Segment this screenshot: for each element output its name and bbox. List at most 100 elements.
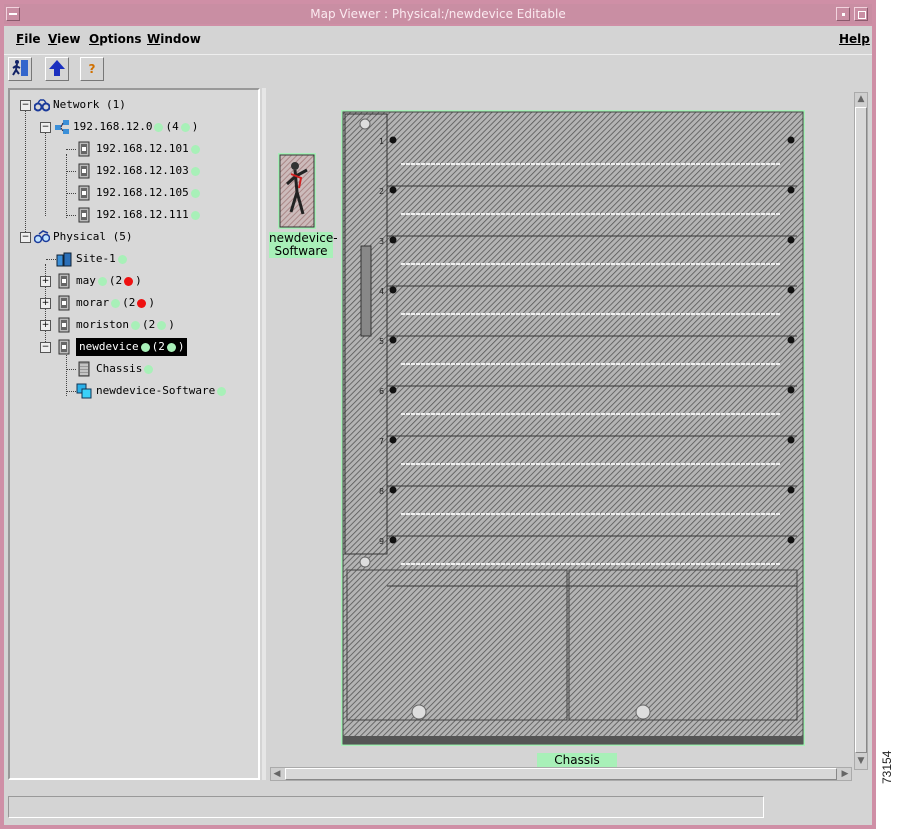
device-label: moriston	[76, 318, 129, 331]
chassis-map-object[interactable]: 1 2 3 4 5 6 7 8 9	[341, 110, 805, 746]
title-bar[interactable]: Map Viewer : Physical:/newdevice Editabl…	[4, 4, 872, 24]
pane-splitter[interactable]	[262, 88, 266, 780]
tree-pane[interactable]: − Network (1) − 192.168.12.0 (4) 192.168…	[8, 88, 260, 780]
slot-screw-icon	[389, 536, 397, 544]
network-count: (1)	[105, 98, 126, 111]
vertical-scrollbar[interactable]: ▲ ▼	[854, 92, 868, 770]
menu-view[interactable]: View	[48, 32, 80, 46]
slot-screw-icon	[787, 136, 795, 144]
slot-number: 1	[379, 137, 384, 146]
status-ok-icon	[157, 320, 167, 330]
status-ok-icon	[190, 210, 200, 220]
status-ok-icon	[117, 254, 127, 264]
host-label: 192.168.12.105	[96, 186, 189, 199]
slot-screw-icon	[389, 236, 397, 244]
menu-bar: File View Options Window Help	[4, 26, 872, 55]
expand-icon[interactable]: +	[40, 298, 51, 309]
expand-icon[interactable]: +	[40, 276, 51, 287]
host-label: 192.168.12.111	[96, 208, 189, 221]
horizontal-scroll-thumb[interactable]	[285, 768, 837, 780]
device-label: newdevice	[79, 340, 139, 353]
software-map-label: newdevice- Software	[269, 232, 338, 258]
status-ok-icon	[180, 122, 190, 132]
slot-screw-icon	[787, 186, 795, 194]
status-ok-icon	[217, 386, 227, 396]
slot-number: 5	[379, 337, 384, 346]
software-icon	[76, 383, 92, 399]
status-ok-icon	[130, 320, 140, 330]
device-icon	[58, 339, 70, 355]
device-icon	[58, 317, 70, 333]
map-pane[interactable]: newdevice- Software 1 2 3 4 5 6 7 8 9 Ch…	[267, 88, 872, 788]
status-ok-icon	[190, 144, 200, 154]
collapse-icon[interactable]: −	[40, 122, 51, 133]
status-ok-icon	[144, 364, 154, 374]
status-ok-icon	[97, 276, 107, 286]
chassis-label: Chassis	[96, 362, 143, 375]
subnet-icon	[55, 120, 69, 134]
slot-screw-icon	[787, 336, 795, 344]
maximize-button[interactable]	[854, 7, 868, 21]
device-icon	[58, 273, 70, 289]
expand-icon[interactable]: +	[40, 320, 51, 331]
software-image-icon	[278, 153, 316, 229]
chassis-icon	[78, 361, 90, 377]
help-question-icon: ?	[88, 62, 96, 76]
site-label: Site-1	[76, 252, 116, 265]
device-icon	[78, 141, 90, 157]
network-label: Network	[53, 98, 100, 111]
window-title: Map Viewer : Physical:/newdevice Editabl…	[310, 7, 566, 21]
menu-window[interactable]: Window	[147, 32, 201, 46]
device-icon	[78, 163, 90, 179]
software-label: newdevice-Software	[96, 384, 216, 397]
software-label-line2: Software	[274, 244, 328, 258]
chassis-map-label: Chassis	[537, 753, 617, 767]
device-count-close: )	[135, 274, 142, 287]
exit-button[interactable]	[8, 57, 32, 81]
tree-line	[66, 154, 67, 218]
horizontal-scrollbar[interactable]: ◀ ▶	[270, 767, 852, 781]
tree-line	[25, 110, 26, 240]
software-map-object[interactable]	[277, 152, 317, 230]
subnet-count-close: )	[191, 120, 199, 133]
status-ok-icon	[154, 122, 164, 132]
device-label: morar	[76, 296, 110, 309]
scroll-left-icon[interactable]: ◀	[271, 768, 283, 780]
menu-help[interactable]: Help	[839, 32, 870, 46]
physical-binoculars-icon	[34, 230, 50, 244]
scroll-right-icon[interactable]: ▶	[839, 768, 851, 780]
status-alarm-icon	[137, 298, 147, 308]
slot-screw-icon	[389, 136, 397, 144]
slot-number: 4	[379, 287, 384, 296]
help-button[interactable]: ?	[80, 57, 104, 81]
binoculars-icon	[34, 99, 50, 112]
tree-line	[66, 149, 76, 150]
up-arrow-icon	[49, 60, 65, 76]
slot-number: 9	[379, 537, 384, 546]
tree-line	[66, 193, 76, 194]
tree-line	[66, 215, 76, 216]
up-button[interactable]	[45, 57, 69, 81]
device-icon	[78, 207, 90, 223]
device-icon	[58, 295, 70, 311]
scroll-up-icon[interactable]: ▲	[855, 93, 867, 105]
slot-screw-icon	[389, 336, 397, 344]
collapse-icon[interactable]: −	[20, 232, 31, 243]
minimize-button[interactable]	[836, 7, 850, 21]
menu-options[interactable]: Options	[89, 32, 142, 46]
collapse-icon[interactable]: −	[20, 100, 31, 111]
status-ok-icon	[166, 342, 176, 352]
status-ok-icon	[111, 298, 121, 308]
menu-file[interactable]: File	[16, 32, 41, 46]
device-count-close: )	[168, 318, 175, 331]
tree-line	[46, 259, 56, 260]
slot-screw-icon	[389, 386, 397, 394]
slot-screw-icon	[787, 536, 795, 544]
collapse-icon[interactable]: −	[40, 342, 51, 353]
vertical-scroll-thumb[interactable]	[855, 107, 867, 753]
slot-screw-icon	[389, 436, 397, 444]
exit-icon	[12, 60, 28, 76]
slot-screw-icon	[787, 486, 795, 494]
scroll-down-icon[interactable]: ▼	[855, 755, 867, 767]
slot-number: 6	[379, 387, 384, 396]
